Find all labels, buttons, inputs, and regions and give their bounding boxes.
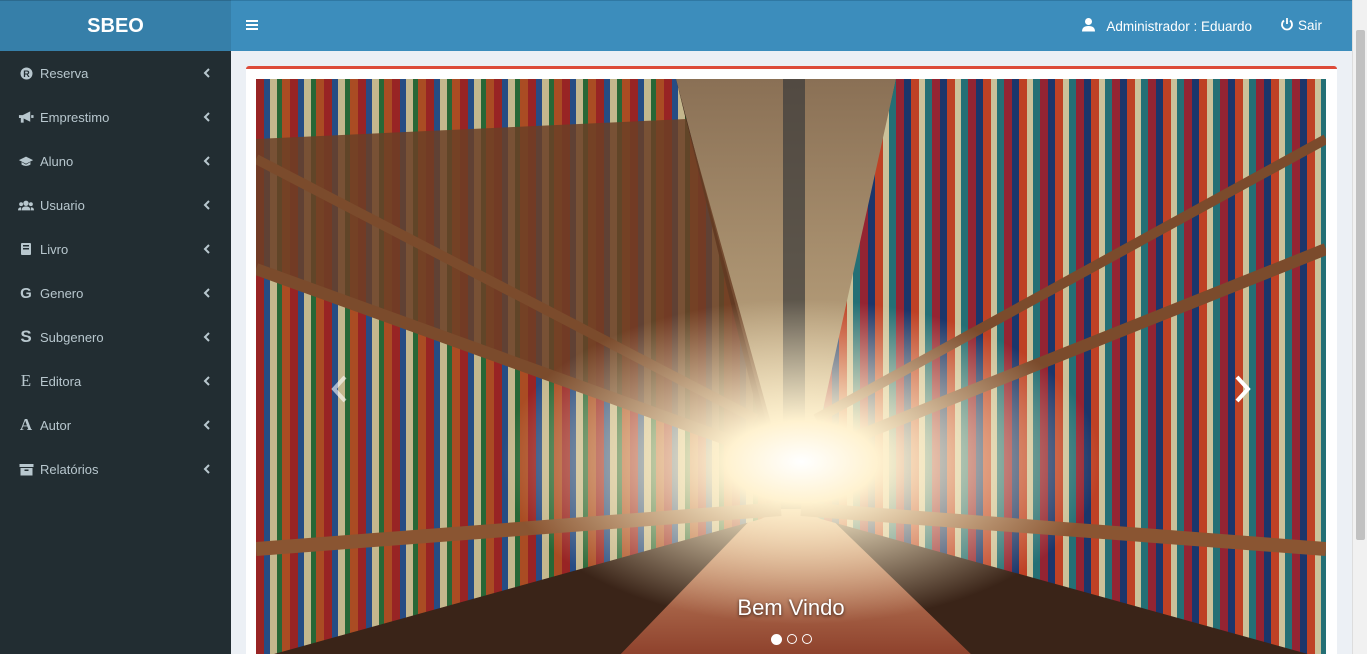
content-box: Bem Vindo — [246, 66, 1337, 654]
sidebar-item-relatorios[interactable]: Relatórios — [0, 447, 231, 491]
a-letter-icon: A — [19, 415, 33, 434]
logout-label: Sair — [1297, 18, 1322, 33]
carousel-next-button[interactable] — [1228, 369, 1258, 409]
carousel-indicator[interactable] — [786, 634, 797, 644]
sidebar-item-label: Autor — [40, 417, 72, 433]
carousel-indicators — [256, 634, 1326, 645]
carousel-caption: Bem Vindo — [737, 595, 845, 620]
bullhorn-icon — [18, 109, 34, 125]
sidebar-item-label: Subgenero — [40, 329, 104, 345]
sidebar-item-editora[interactable]: E Editora — [0, 359, 231, 403]
registered-icon: R — [18, 65, 34, 81]
s-letter-icon: S — [20, 327, 32, 346]
carousel-indicator[interactable] — [801, 634, 812, 644]
sidebar-item-aluno[interactable]: Aluno — [0, 139, 231, 183]
book-icon — [18, 241, 34, 257]
top-navbar: Administrador : Eduardo Sair — [231, 0, 1352, 51]
g-letter-icon: G — [20, 284, 32, 302]
sidebar-item-genero[interactable]: G Genero — [0, 271, 231, 315]
graduation-cap-icon — [18, 153, 34, 169]
sidebar-item-usuario[interactable]: Usuario — [0, 183, 231, 227]
page-scrollbar[interactable] — [1352, 0, 1367, 654]
user-menu[interactable]: Administrador : Eduardo — [1081, 17, 1252, 35]
sidebar-item-label: Genero — [40, 285, 84, 301]
sidebar-item-label: Usuario — [40, 197, 85, 213]
welcome-carousel: Bem Vindo — [256, 79, 1326, 654]
chevron-left-icon — [331, 375, 347, 403]
sidebar-item-label: Relatórios — [40, 461, 99, 477]
library-shelves-image — [256, 79, 1326, 654]
svg-text:R: R — [23, 68, 30, 78]
sidebar-item-livro[interactable]: Livro — [0, 227, 231, 271]
sidebar-item-label: Aluno — [40, 153, 74, 169]
chevron-left-icon — [201, 332, 211, 342]
power-icon — [1280, 17, 1294, 34]
sidebar-item-subgenero[interactable]: S Subgenero — [0, 315, 231, 359]
chevron-left-icon — [201, 376, 211, 386]
content-wrapper: Bem Vindo — [231, 51, 1352, 654]
chevron-left-icon — [201, 68, 211, 78]
carousel-prev-button[interactable] — [324, 369, 354, 409]
carousel-indicator[interactable] — [770, 634, 782, 645]
sidebar: R Reserva Emprestimo Aluno Usuario Livro… — [0, 51, 231, 654]
hamburger-menu-icon[interactable] — [245, 18, 259, 32]
user-icon — [1081, 17, 1096, 35]
chevron-right-icon — [1235, 375, 1251, 403]
user-name: Administrador : Eduardo — [1106, 18, 1252, 34]
scrollbar-thumb[interactable] — [1356, 30, 1365, 540]
sidebar-item-autor[interactable]: A Autor — [0, 403, 231, 447]
sidebar-item-emprestimo[interactable]: Emprestimo — [0, 95, 231, 139]
chevron-left-icon — [201, 112, 211, 122]
app-logo-text: SBEO — [87, 14, 144, 37]
archive-icon — [18, 461, 34, 477]
sidebar-item-reserva[interactable]: R Reserva — [0, 51, 231, 95]
sidebar-item-label: Editora — [40, 373, 82, 389]
e-letter-icon: E — [20, 371, 32, 390]
users-icon — [18, 197, 34, 213]
chevron-left-icon — [201, 200, 211, 210]
chevron-left-icon — [201, 244, 211, 254]
chevron-left-icon — [201, 420, 211, 430]
chevron-left-icon — [201, 464, 211, 474]
sidebar-item-label: Livro — [40, 241, 69, 257]
app-logo[interactable]: SBEO — [0, 0, 231, 51]
sidebar-item-label: Reserva — [40, 65, 89, 81]
chevron-left-icon — [201, 156, 211, 166]
chevron-left-icon — [201, 288, 211, 298]
sidebar-item-label: Emprestimo — [40, 109, 110, 125]
logout-button[interactable]: Sair — [1280, 17, 1322, 34]
